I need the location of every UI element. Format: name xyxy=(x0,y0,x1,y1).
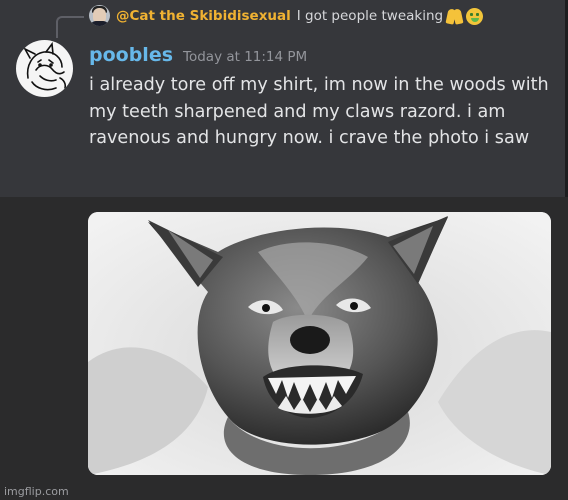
sketch-avatar-icon xyxy=(16,40,73,97)
reply-connector xyxy=(56,16,84,38)
message-timestamp[interactable]: Today at 11:14 PM xyxy=(183,49,307,65)
reply-author[interactable]: @Cat the Skibidisexual xyxy=(116,8,291,24)
message-text: i already tore off my shirt, im now in t… xyxy=(89,75,549,148)
reply-text[interactable]: I got people tweaking xyxy=(297,8,443,24)
money-mouth-face-emoji-icon xyxy=(466,7,484,25)
message-header: poobles Today at 11:14 PM xyxy=(89,44,307,66)
image-attachment[interactable] xyxy=(88,212,551,475)
reply-preview[interactable]: @Cat the Skibidisexual I got people twea… xyxy=(116,4,484,28)
wolf-image xyxy=(88,212,551,475)
message-author[interactable]: poobles xyxy=(89,44,173,66)
folded-hands-emoji-icon xyxy=(446,8,463,25)
reply-avatar[interactable] xyxy=(89,5,110,26)
watermark: imgflip.com xyxy=(4,485,69,498)
avatar[interactable] xyxy=(16,40,73,97)
